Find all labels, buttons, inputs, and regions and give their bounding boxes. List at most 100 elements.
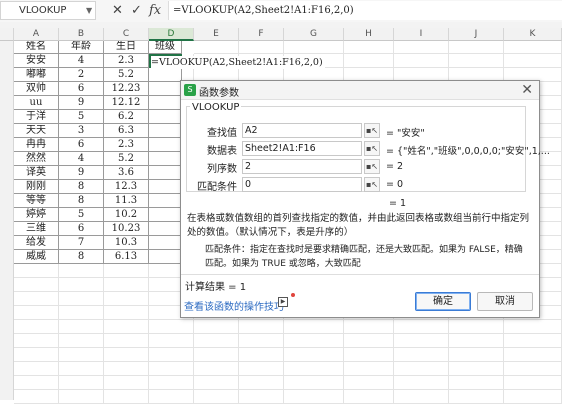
grid-cell[interactable] <box>14 278 59 292</box>
grid-cell[interactable] <box>104 348 149 362</box>
table-cell[interactable]: 6.2 <box>104 110 149 124</box>
header-cell-name[interactable]: 姓名 <box>14 41 59 54</box>
function-tips-link[interactable]: 查看该函数的操作技巧 <box>184 298 284 313</box>
class-cell[interactable] <box>149 68 182 82</box>
grid-cell[interactable] <box>149 334 194 348</box>
grid-cell[interactable] <box>104 376 149 390</box>
grid-cell[interactable] <box>284 362 344 376</box>
table-cell[interactable]: 8 <box>59 250 104 264</box>
class-cell[interactable] <box>149 138 182 152</box>
row-header-strip[interactable] <box>0 41 14 400</box>
grid-cell[interactable] <box>394 362 449 376</box>
grid-cell[interactable] <box>284 320 344 334</box>
class-cell[interactable] <box>149 236 182 250</box>
table-cell[interactable]: 译英 <box>14 166 59 180</box>
grid-cell[interactable] <box>14 376 59 390</box>
class-cell[interactable] <box>149 124 182 138</box>
column-header-b[interactable]: B <box>59 28 104 41</box>
cancel-button[interactable]: 取消 <box>477 292 533 311</box>
fx-icon[interactable]: fx <box>149 0 161 22</box>
grid-cell[interactable] <box>194 334 239 348</box>
table-cell[interactable]: 嘟嘟 <box>14 68 59 82</box>
column-header-j[interactable]: J <box>449 28 504 41</box>
grid-cell[interactable] <box>59 320 104 334</box>
table-cell[interactable]: 6 <box>59 222 104 236</box>
grid-cell[interactable] <box>344 376 394 390</box>
grid-cell[interactable] <box>59 292 104 306</box>
table-cell[interactable]: 12.12 <box>104 96 149 110</box>
grid-cell[interactable] <box>504 376 562 390</box>
grid-cell[interactable] <box>14 348 59 362</box>
grid-cell[interactable] <box>59 264 104 278</box>
grid-cell[interactable] <box>284 376 344 390</box>
grid-cell[interactable] <box>149 362 194 376</box>
select-all-corner[interactable] <box>0 28 14 41</box>
grid-cell[interactable] <box>59 390 104 404</box>
table-cell[interactable]: 8 <box>59 180 104 194</box>
grid-cell[interactable] <box>104 292 149 306</box>
class-cell[interactable] <box>149 152 182 166</box>
arg-input-lookup-value[interactable]: A2 <box>242 123 362 138</box>
class-cell[interactable] <box>149 250 182 264</box>
grid-cell[interactable] <box>394 390 449 404</box>
cancel-icon[interactable]: ✕ <box>112 0 123 22</box>
grid-cell[interactable] <box>14 264 59 278</box>
grid-cell[interactable] <box>344 348 394 362</box>
class-cell[interactable] <box>149 110 182 124</box>
table-cell[interactable]: 10.2 <box>104 208 149 222</box>
dialog-titlebar[interactable]: S 函数参数 ✕ <box>181 81 539 100</box>
class-cell[interactable] <box>149 96 182 110</box>
grid-cell[interactable] <box>104 362 149 376</box>
grid-cell[interactable] <box>104 306 149 320</box>
grid-cell[interactable] <box>194 320 239 334</box>
grid-cell[interactable] <box>104 334 149 348</box>
column-header-h[interactable]: H <box>344 28 394 41</box>
grid-cell[interactable] <box>449 390 504 404</box>
column-header-i[interactable]: I <box>394 28 449 41</box>
close-icon[interactable]: ✕ <box>521 81 533 99</box>
table-cell[interactable]: 刚刚 <box>14 180 59 194</box>
grid-cell[interactable] <box>14 334 59 348</box>
table-cell[interactable]: 6 <box>59 82 104 96</box>
grid-cell[interactable] <box>239 348 284 362</box>
grid-cell[interactable] <box>449 362 504 376</box>
header-cell-birthday[interactable]: 生日 <box>104 41 149 54</box>
range-select-icon[interactable]: ▪↖ <box>364 141 380 156</box>
table-cell[interactable]: 5.2 <box>104 68 149 82</box>
grid-cell[interactable] <box>239 41 284 54</box>
table-cell[interactable]: 双帅 <box>14 82 59 96</box>
grid-cell[interactable] <box>239 334 284 348</box>
grid-cell[interactable] <box>14 390 59 404</box>
grid-cell[interactable] <box>394 348 449 362</box>
table-cell[interactable]: 8 <box>59 194 104 208</box>
grid-cell[interactable] <box>449 334 504 348</box>
grid-cell[interactable] <box>284 334 344 348</box>
grid-cell[interactable] <box>449 41 504 54</box>
grid-cell[interactable] <box>59 306 104 320</box>
grid-cell[interactable] <box>449 320 504 334</box>
table-cell[interactable]: 天天 <box>14 124 59 138</box>
grid-cell[interactable] <box>149 320 194 334</box>
class-cell[interactable] <box>149 180 182 194</box>
grid-cell[interactable] <box>149 376 194 390</box>
grid-cell[interactable] <box>394 334 449 348</box>
class-cell[interactable] <box>149 222 182 236</box>
grid-cell[interactable] <box>194 390 239 404</box>
table-cell[interactable]: 9 <box>59 96 104 110</box>
table-cell[interactable]: 于洋 <box>14 110 59 124</box>
grid-cell[interactable] <box>504 362 562 376</box>
grid-cell[interactable] <box>194 362 239 376</box>
video-icon[interactable]: ▶ <box>278 297 288 307</box>
grid-cell[interactable] <box>449 54 504 68</box>
table-cell[interactable]: 2 <box>59 68 104 82</box>
table-cell[interactable]: 4 <box>59 54 104 68</box>
grid-cell[interactable] <box>504 54 562 68</box>
grid-cell[interactable] <box>394 54 449 68</box>
grid-cell[interactable] <box>104 278 149 292</box>
range-select-icon[interactable]: ▪↖ <box>364 159 380 174</box>
chevron-down-icon[interactable]: ▼ <box>86 1 92 20</box>
table-cell[interactable]: 9 <box>59 166 104 180</box>
grid-cell[interactable] <box>104 390 149 404</box>
table-cell[interactable]: 11.3 <box>104 194 149 208</box>
column-header-g[interactable]: G <box>284 28 344 41</box>
